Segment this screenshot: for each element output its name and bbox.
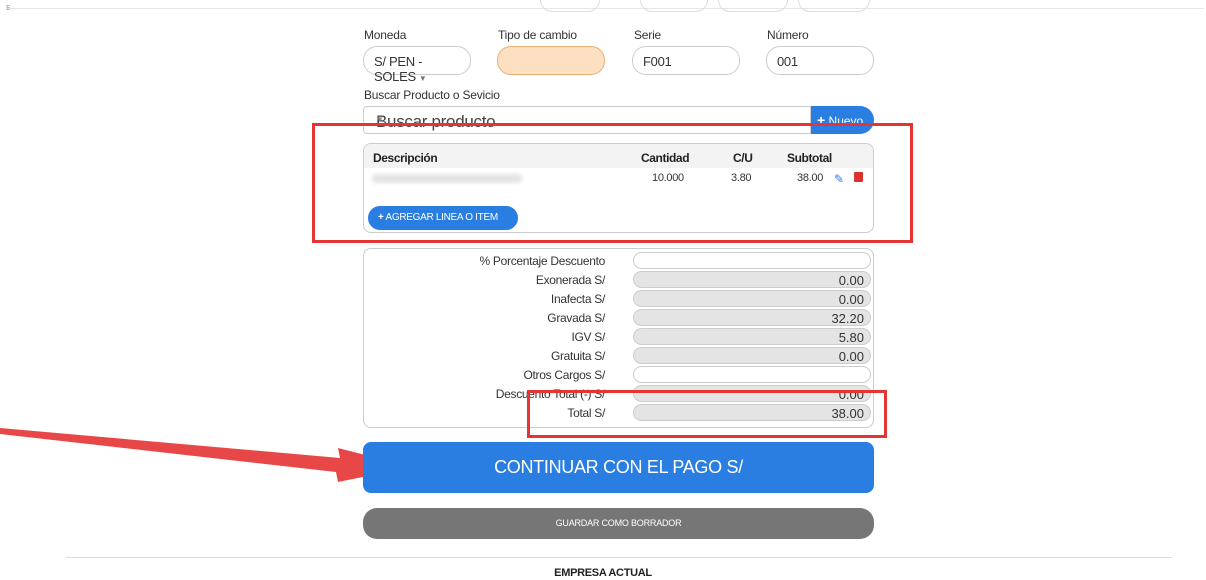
totals-label: Gratuita S/ xyxy=(550,349,605,363)
totals-label: IGV S/ xyxy=(571,330,605,344)
serie-input[interactable]: F001 xyxy=(632,46,740,75)
cut-off-field xyxy=(718,0,788,12)
moneda-value: S/ PEN - SOLES xyxy=(374,54,423,84)
totals-value-field: 0.00 xyxy=(633,347,871,364)
footer-divider xyxy=(66,557,1172,558)
save-draft-button[interactable]: GUARDAR COMO BORRADOR xyxy=(363,508,874,539)
totals-label: % Porcentaje Descuento xyxy=(479,254,606,268)
top-divider xyxy=(8,8,1204,9)
chevron-down-icon: ▼ xyxy=(418,74,427,83)
numero-input[interactable]: 001 xyxy=(766,46,874,75)
cut-off-field xyxy=(540,0,600,12)
moneda-label: Moneda xyxy=(364,28,407,42)
serie-label: Serie xyxy=(634,28,662,42)
totals-label: Exonerada S/ xyxy=(535,273,605,287)
annotation-box-items xyxy=(312,123,913,243)
tipo-cambio-label: Tipo de cambio xyxy=(498,28,577,42)
totals-value-field: 0.00 xyxy=(633,271,871,288)
cut-off-field xyxy=(798,0,870,12)
cut-off-field xyxy=(640,0,708,12)
totals-value-field: 5.80 xyxy=(633,328,871,345)
totals-label: Otros Cargos S/ xyxy=(523,368,605,382)
tipo-cambio-input[interactable] xyxy=(497,46,605,75)
totals-value-field[interactable] xyxy=(633,252,871,269)
annotation-arrow xyxy=(0,428,412,482)
totals-value-field: 0.00 xyxy=(633,290,871,307)
totals-value-field: 32.20 xyxy=(633,309,871,326)
totals-label: Inafecta S/ xyxy=(550,292,605,306)
annotation-box-total xyxy=(527,390,887,438)
numero-label: Número xyxy=(767,28,809,42)
buscar-label: Buscar Producto o Sevicio xyxy=(364,88,500,102)
current-company-label: EMPRESA ACTUAL xyxy=(554,567,652,579)
corner-mark: E xyxy=(6,4,11,12)
moneda-select[interactable]: S/ PEN - SOLES ▼ xyxy=(363,46,471,84)
totals-value-field[interactable] xyxy=(633,366,871,383)
totals-label: Gravada S/ xyxy=(547,311,605,325)
continue-payment-button[interactable]: CONTINUAR CON EL PAGO S/ xyxy=(363,442,874,493)
